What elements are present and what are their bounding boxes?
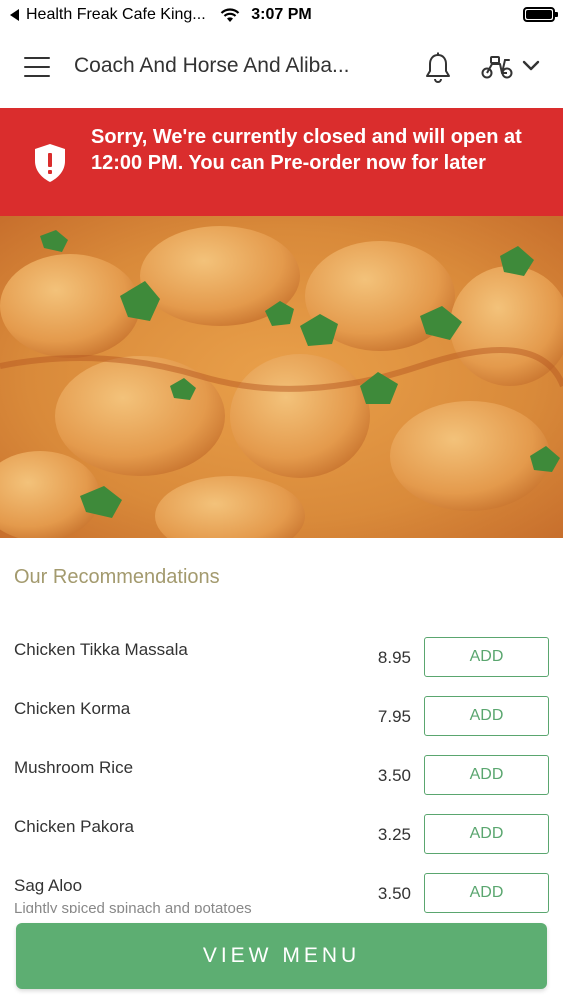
wifi-icon [220, 7, 239, 22]
chevron-down-icon[interactable] [522, 60, 540, 72]
item-price: 3.50 [377, 766, 411, 785]
back-app-label: Health Freak Cafe King... [26, 6, 206, 23]
item-price: 3.25 [377, 825, 411, 844]
bell-icon[interactable] [424, 52, 452, 84]
add-button[interactable]: ADD [424, 814, 549, 854]
add-button[interactable]: ADD [424, 637, 549, 677]
scooter-icon[interactable] [480, 54, 514, 80]
recommendations-title: Our Recommendations [14, 566, 220, 588]
add-button[interactable]: ADD [424, 755, 549, 795]
shield-alert-icon [35, 144, 65, 182]
list-item: Chicken Korma 7.95 ADD [0, 696, 563, 758]
back-arrow-icon [10, 9, 19, 21]
back-to-app[interactable]: Health Freak Cafe King... [10, 6, 240, 24]
item-name: Mushroom Rice [14, 758, 134, 777]
closed-banner: Sorry, We're currently closed and will o… [0, 108, 563, 216]
status-bar: Health Freak Cafe King... 3:07 PM [0, 0, 563, 30]
battery-icon [523, 7, 558, 22]
item-price: 3.50 [377, 884, 411, 903]
app-header: Coach And Horse And Aliba... [0, 30, 563, 108]
list-item: Chicken Pakora 3.25 ADD [0, 814, 563, 876]
banner-message: Sorry, We're currently closed and will o… [91, 126, 522, 174]
item-price: 8.95 [377, 648, 411, 667]
item-price: 7.95 [377, 707, 411, 726]
list-item: Mushroom Rice 3.50 ADD [0, 755, 563, 817]
item-name: Chicken Korma [14, 699, 131, 718]
view-menu-button[interactable]: VIEW MENU [16, 923, 547, 989]
add-button[interactable]: ADD [424, 696, 549, 736]
item-name: Sag Aloo [14, 876, 83, 895]
page-title: Coach And Horse And Aliba... [74, 54, 350, 77]
menu-icon[interactable] [24, 57, 50, 77]
hero-image [0, 216, 563, 538]
list-item: Chicken Tikka Massala 8.95 ADD [0, 637, 563, 699]
add-button[interactable]: ADD [424, 873, 549, 913]
food-photo [0, 216, 563, 538]
item-name: Chicken Pakora [14, 817, 135, 836]
item-name: Chicken Tikka Massala [14, 640, 188, 659]
